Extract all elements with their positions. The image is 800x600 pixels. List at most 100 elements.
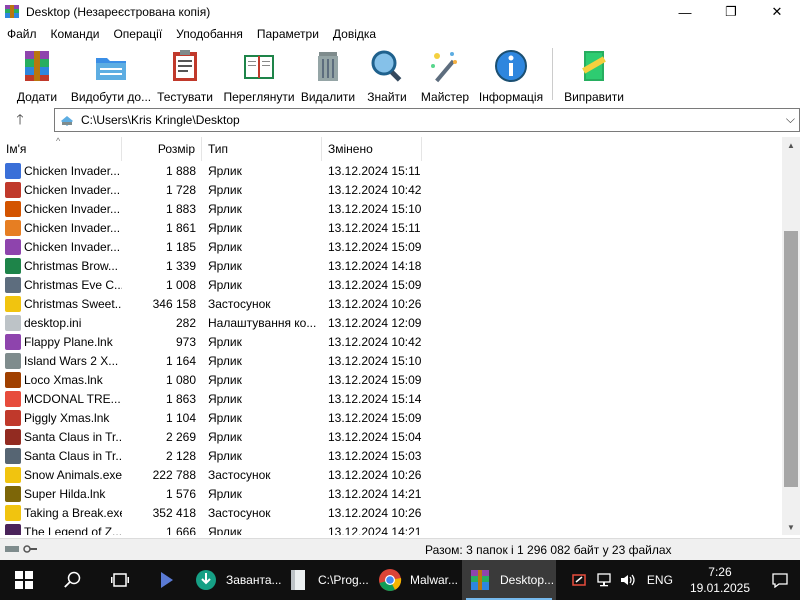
download-app-icon — [196, 570, 216, 590]
menu-favorites[interactable]: Уподобання — [169, 27, 250, 41]
scroll-down-icon[interactable]: ▼ — [782, 519, 800, 535]
file-type: Застосунок — [208, 296, 271, 311]
view-button[interactable]: Переглянути — [222, 44, 296, 104]
file-row[interactable]: Loco Xmas.lnk 1 080 Ярлик 13.12.2024 15:09 — [0, 370, 782, 389]
find-button[interactable]: Знайти — [360, 44, 414, 104]
file-row[interactable]: desktop.ini 282 Налаштування ко... 13.12.20… — [0, 313, 782, 332]
application-icon — [5, 466, 21, 483]
network-icon — [597, 573, 611, 587]
column-header-name[interactable]: ^ Ім'я — [0, 137, 122, 161]
windows-logo-icon — [15, 571, 33, 589]
maximize-button[interactable]: ❐ — [708, 0, 754, 24]
file-modified: 13.12.2024 15:10 — [328, 201, 422, 216]
column-header-size[interactable]: Розмір — [122, 137, 202, 161]
file-type: Ярлик — [208, 201, 242, 216]
notifications-button[interactable] — [760, 560, 800, 600]
minimize-button[interactable]: — — [662, 0, 708, 24]
vertical-scrollbar[interactable]: ▲ ▼ — [782, 137, 800, 535]
delete-button[interactable]: Видалити — [296, 44, 360, 104]
notification-icon — [772, 573, 788, 588]
taskbar-app-chrome[interactable]: Malwar... — [372, 560, 462, 600]
menu-file[interactable]: Файл — [0, 27, 44, 41]
column-header-modified[interactable]: Змінено — [322, 137, 422, 161]
file-row[interactable]: Christmas Sweet... 346 158 Застосунок 13.12… — [0, 294, 782, 313]
file-row[interactable]: Taking a Break.exe 352 418 Застосунок 13.12… — [0, 503, 782, 522]
file-row[interactable]: Island Wars 2 X... 1 164 Ярлик 13.12.2024 1… — [0, 351, 782, 370]
wizard-button[interactable]: Майстер — [414, 44, 476, 104]
file-size: 1 339 — [165, 258, 196, 273]
repair-button[interactable]: Виправити — [559, 44, 629, 104]
file-row[interactable]: Christmas Brow... 1 339 Ярлик 13.12.2024 14… — [0, 256, 782, 275]
info-button[interactable]: Інформація — [476, 44, 546, 104]
file-name: Island Wars 2 X... — [24, 353, 119, 368]
chicken-invaders-icon — [5, 200, 21, 217]
book-view-icon — [244, 55, 274, 79]
search-button[interactable] — [48, 560, 96, 600]
file-row[interactable]: Piggly Xmas.lnk 1 104 Ярлик 13.12.2024 15:0… — [0, 408, 782, 427]
file-row[interactable]: Chicken Invader... 1 185 Ярлик 13.12.2024 1… — [0, 237, 782, 256]
file-name-cell: Taking a Break.exe — [0, 504, 122, 521]
file-modified: 13.12.2024 14:18 — [328, 258, 422, 273]
file-row[interactable]: Snow Animals.exe 222 788 Застосунок 13.12.2… — [0, 465, 782, 484]
test-button[interactable]: Тестувати — [148, 44, 222, 104]
file-row[interactable]: MCDONAL TRE... 1 863 Ярлик 13.12.2024 15:14 — [0, 389, 782, 408]
scrollbar-thumb[interactable] — [784, 231, 798, 487]
file-size: 1 104 — [165, 410, 196, 425]
file-row[interactable]: Chicken Invader... 1 888 Ярлик 13.12.2024 1… — [0, 161, 782, 180]
tray-app-button[interactable] — [568, 560, 592, 600]
menu-operations[interactable]: Операції — [106, 27, 169, 41]
column-header-type[interactable]: Тип — [202, 137, 322, 161]
file-modified: 13.12.2024 10:26 — [328, 505, 422, 520]
archive-add-icon — [25, 51, 49, 81]
file-row[interactable]: Santa Claus in Tr... 2 128 Ярлик 13.12.2024… — [0, 446, 782, 465]
file-size: 2 269 — [165, 429, 196, 444]
up-arrow-icon: 🡑 — [16, 111, 24, 127]
up-folder-button[interactable]: 🡑 — [0, 108, 40, 134]
file-row[interactable]: Chicken Invader... 1 883 Ярлик 13.12.2024 1… — [0, 199, 782, 218]
file-row[interactable]: Chicken Invader... 1 728 Ярлик 13.12.2024 1… — [0, 180, 782, 199]
language-indicator[interactable]: ENG — [640, 560, 680, 600]
path-text: C:\Users\Kris Kringle\Desktop — [81, 113, 240, 127]
file-type: Ярлик — [208, 277, 242, 292]
file-name: Loco Xmas.lnk — [24, 372, 103, 387]
menu-help[interactable]: Довідка — [326, 27, 383, 41]
legend-icon — [5, 523, 21, 535]
file-size: 1 888 — [165, 163, 196, 178]
close-button[interactable]: ✕ — [754, 0, 800, 24]
file-row[interactable]: Chicken Invader... 1 861 Ярлик 13.12.2024 1… — [0, 218, 782, 237]
loco-xmas-icon — [5, 371, 21, 388]
winrar-app-icon — [5, 5, 19, 18]
file-type: Ярлик — [208, 353, 242, 368]
task-view-button[interactable] — [96, 560, 144, 600]
network-button[interactable] — [592, 560, 616, 600]
path-dropdown-icon[interactable]: ⌵ — [786, 112, 795, 127]
extract-to-button[interactable]: Видобути до... — [71, 44, 151, 104]
taskbar-app-winrar[interactable]: Desktop... — [462, 560, 556, 600]
pinned-app-button[interactable] — [144, 560, 188, 600]
file-row[interactable]: The Legend of Z... 1 666 Ярлик 13.12.2024 1… — [0, 522, 782, 535]
file-list: ^ Ім'я Розмір Тип Змінено Chicken Invade… — [0, 137, 782, 535]
clock[interactable]: 7:26 19.01.2025 — [680, 564, 760, 596]
file-modified: 13.12.2024 15:11 — [328, 220, 421, 235]
magnifier-icon — [371, 50, 402, 82]
taskbar: Заванта... C:\Prog... Malwar... Desktop.… — [0, 560, 800, 600]
volume-button[interactable] — [616, 560, 640, 600]
file-row[interactable]: Christmas Eve C... 1 008 Ярлик 13.12.2024 1… — [0, 275, 782, 294]
file-name-cell: Christmas Brow... — [0, 257, 122, 274]
file-type: Застосунок — [208, 467, 271, 482]
file-size: 1 728 — [165, 182, 196, 197]
path-field[interactable]: C:\Users\Kris Kringle\Desktop ⌵ — [54, 108, 800, 132]
file-modified: 13.12.2024 15:10 — [328, 353, 422, 368]
menu-commands[interactable]: Команди — [44, 27, 107, 41]
scroll-up-icon[interactable]: ▲ — [782, 137, 800, 153]
file-row[interactable]: Flappy Plane.lnk 973 Ярлик 13.12.2024 10:42 — [0, 332, 782, 351]
taskbar-app-download[interactable]: Заванта... — [188, 560, 282, 600]
file-size: 2 128 — [165, 448, 196, 463]
file-row[interactable]: Super Hilda.lnk 1 576 Ярлик 13.12.2024 14:2… — [0, 484, 782, 503]
system-tray: ENG 7:26 19.01.2025 — [568, 560, 800, 600]
start-button[interactable] — [0, 560, 48, 600]
add-button[interactable]: Додати — [0, 44, 74, 104]
taskbar-app-explorer[interactable]: C:\Prog... — [280, 560, 372, 600]
menu-options[interactable]: Параметри — [250, 27, 326, 41]
file-row[interactable]: Santa Claus in Tr... 2 269 Ярлик 13.12.2024… — [0, 427, 782, 446]
